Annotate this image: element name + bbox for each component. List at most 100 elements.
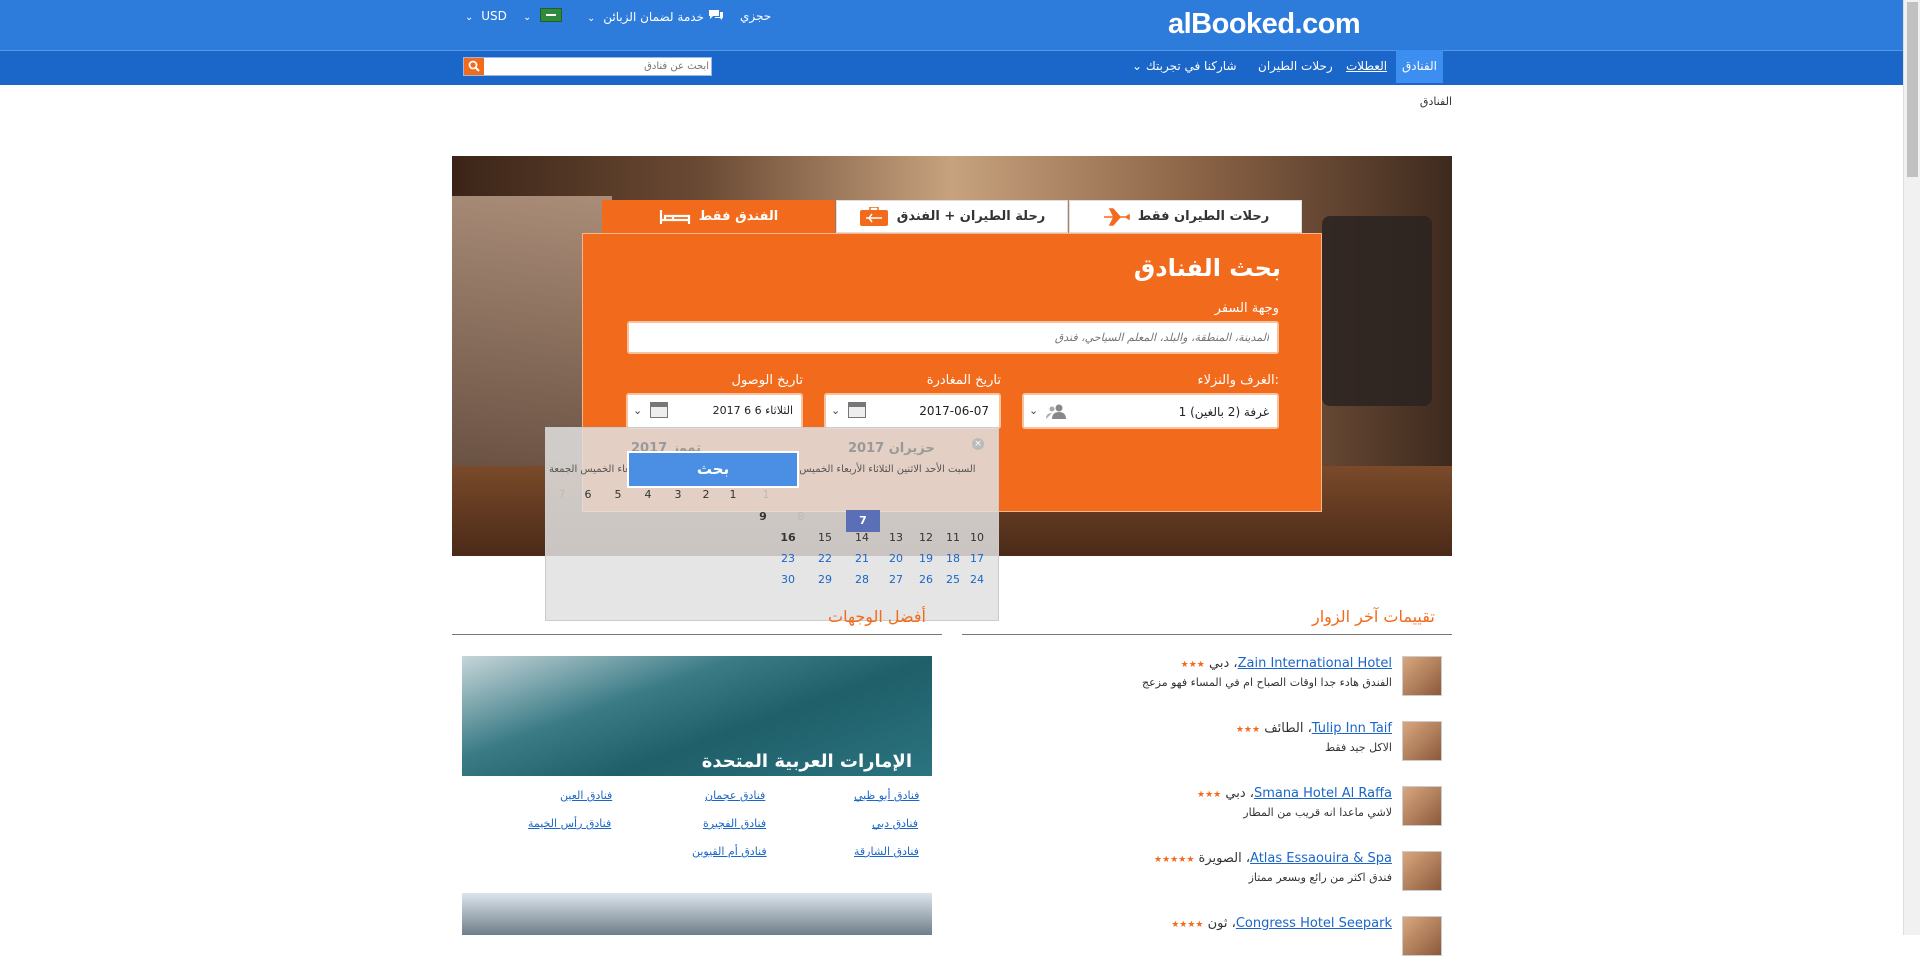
tab-label: رحلة الطيران + الفندق xyxy=(896,209,1046,224)
hotel-link[interactable]: Congress Hotel Seepark xyxy=(1236,916,1392,931)
destination-input[interactable] xyxy=(629,323,1277,352)
calendar-day[interactable]: 26 xyxy=(914,573,938,586)
tab-flight-hotel[interactable]: رحلة الطيران + الفندق xyxy=(836,200,1068,233)
calendar-day[interactable]: 24 xyxy=(965,573,989,586)
destination-link[interactable]: فنادق العين xyxy=(560,789,612,802)
breadcrumb[interactable]: الفنادق xyxy=(1380,95,1452,108)
calendar-day[interactable]: 13 xyxy=(884,531,908,544)
flag-icon[interactable] xyxy=(540,8,562,22)
destination-link[interactable]: فنادق أم القيوين xyxy=(692,845,767,858)
review-item: Zain International Hotel، دبي ★★★ الفندق… xyxy=(952,656,1442,700)
calendar-day[interactable]: 14 xyxy=(850,531,874,544)
rooms-guests-value: 1 غرفة (2 بالغين) xyxy=(1178,405,1269,419)
calendar-day[interactable]: 21 xyxy=(850,552,874,565)
calendar-icon xyxy=(848,402,866,418)
hotel-thumbnail[interactable] xyxy=(1402,656,1442,696)
reviews-section-title: تقييمات آخر الزوار xyxy=(1312,607,1435,626)
calendar-day[interactable]: 23 xyxy=(776,552,800,565)
calendar-day[interactable]: 22 xyxy=(813,552,837,565)
selected-day[interactable]: 7 xyxy=(846,510,880,532)
customer-guarantee-link[interactable]: ⌄ خدمة لضمان الزبائن xyxy=(583,9,724,24)
calendar-day[interactable]: 10 xyxy=(965,531,989,544)
destination-link[interactable]: فنادق الشارقة xyxy=(854,845,919,858)
calendar-day[interactable]: 4 xyxy=(636,488,660,501)
checkout-label: تاريخ المغادرة xyxy=(926,373,1001,388)
my-booking-link[interactable]: حجزي xyxy=(740,9,771,23)
chevron-down-icon: ⌄ xyxy=(831,404,841,417)
hotel-thumbnail[interactable] xyxy=(1402,851,1442,891)
hotel-stars: ★★★ xyxy=(1197,790,1222,800)
calendar-day[interactable]: 3 xyxy=(666,488,690,501)
calendar-day[interactable]: 5 xyxy=(606,488,630,501)
calendar-day[interactable]: 11 xyxy=(941,531,965,544)
tab-hotel-only[interactable]: الفندق فقط xyxy=(602,200,835,233)
review-heading: Congress Hotel Seepark، ثون ★★★★ xyxy=(1171,916,1392,931)
calendar-day[interactable]: 29 xyxy=(813,573,837,586)
calendar-day[interactable]: 1 xyxy=(754,488,778,501)
checkout-date-field[interactable]: ⌄ 2017-06-07 xyxy=(824,393,1001,429)
calendar-day[interactable]: 20 xyxy=(884,552,908,565)
nav-share-label: شاركنا في تجربتك xyxy=(1145,59,1237,73)
hotel-thumbnail[interactable] xyxy=(1402,916,1442,956)
destination-link[interactable]: فنادق أبو ظبي xyxy=(854,789,919,802)
calendar-day[interactable]: 19 xyxy=(914,552,938,565)
close-icon[interactable]: × xyxy=(972,438,984,450)
hotel-link[interactable]: Tulip Inn Taif xyxy=(1312,721,1392,736)
nav-holidays[interactable]: العطلات xyxy=(1340,50,1393,83)
destination-link[interactable]: فنادق دبي xyxy=(872,817,918,830)
calendar-day[interactable]: 27 xyxy=(884,573,908,586)
chevron-down-icon: ⌄ xyxy=(587,13,596,24)
calendar-day[interactable]: 15 xyxy=(813,531,837,544)
calendar-day[interactable]: 2 xyxy=(694,488,718,501)
destination-link[interactable]: فنادق عجمان xyxy=(705,789,765,802)
search-button[interactable] xyxy=(464,58,484,75)
calendar-day[interactable]: 30 xyxy=(776,573,800,586)
calendar-day[interactable]: 12 xyxy=(914,531,938,544)
hotel-search-input[interactable] xyxy=(486,59,709,74)
hotel-thumbnail[interactable] xyxy=(1402,786,1442,826)
search-submit-button[interactable]: بحث xyxy=(627,451,799,488)
calendar-day[interactable]: 16 xyxy=(776,531,800,544)
hotel-city: ، الطائف xyxy=(1264,721,1312,736)
main-nav-bar xyxy=(0,50,1903,83)
nav-hotels[interactable]: الفنادق xyxy=(1396,50,1443,83)
calendar-day[interactable]: 1 xyxy=(721,488,745,501)
review-text: الاكل جيد فقط xyxy=(1324,741,1392,754)
hotel-thumbnail[interactable] xyxy=(1402,721,1442,761)
destination-link[interactable]: فنادق رأس الخيمة xyxy=(528,817,611,830)
rooms-label: الغرف والنزلاء: xyxy=(1197,373,1280,388)
hotel-link[interactable]: Zain International Hotel xyxy=(1238,656,1392,671)
hotel-city: ، دبي xyxy=(1225,786,1254,801)
checkin-date-value: الثلاثاء 6 6 2017 xyxy=(712,404,793,417)
scrollbar-thumb[interactable] xyxy=(1907,2,1918,177)
destination-image-uae[interactable]: الإمارات العربية المتحدة xyxy=(462,656,932,776)
chat-icon xyxy=(708,10,724,24)
hotel-link[interactable]: Smana Hotel Al Raffa xyxy=(1254,786,1392,801)
nav-flights[interactable]: رحلات الطيران xyxy=(1252,50,1339,83)
calendar-day[interactable]: 25 xyxy=(941,573,965,586)
calendar-day[interactable]: 7 xyxy=(550,488,574,501)
language-chevron[interactable]: ⌄ xyxy=(519,9,535,23)
checkin-date-field[interactable]: ⌄ الثلاثاء 6 6 2017 xyxy=(626,393,803,429)
calendar-day[interactable]: 6 xyxy=(576,488,600,501)
review-text: لاشي ماعدا انه قريب من المطار xyxy=(1243,806,1392,819)
calendar-day[interactable]: 28 xyxy=(850,573,874,586)
calendar-day[interactable]: 8 xyxy=(789,510,813,523)
destination-caption: الإمارات العربية المتحدة xyxy=(701,751,912,772)
calendar-day[interactable]: 9 xyxy=(751,510,775,523)
site-logo[interactable]: alBooked.com xyxy=(1168,8,1368,42)
nav-share-experience[interactable]: ⌄ شاركنا في تجربتك xyxy=(1126,50,1243,83)
tab-label: الفندق فقط xyxy=(698,209,779,224)
destination-link[interactable]: فنادق الفجيرة xyxy=(703,817,766,830)
rooms-guests-select[interactable]: ⌄ 1 غرفة (2 بالغين) xyxy=(1022,393,1279,429)
hotel-city: ، دبي xyxy=(1209,656,1238,671)
calendar-day[interactable]: 18 xyxy=(941,552,965,565)
currency-selector[interactable]: ⌄ USD xyxy=(461,9,507,23)
calendar-day[interactable]: 17 xyxy=(965,552,989,565)
page-scrollbar[interactable] xyxy=(1903,0,1920,935)
destination-image-next[interactable] xyxy=(462,893,932,935)
hotel-link[interactable]: Atlas Essaouira & Spa xyxy=(1250,851,1392,866)
chevron-down-icon: ⌄ xyxy=(1132,59,1146,73)
tab-flights-only[interactable]: رحلات الطيران فقط xyxy=(1069,200,1302,233)
destinations-section-title: أفضل الوجهات xyxy=(828,607,926,626)
